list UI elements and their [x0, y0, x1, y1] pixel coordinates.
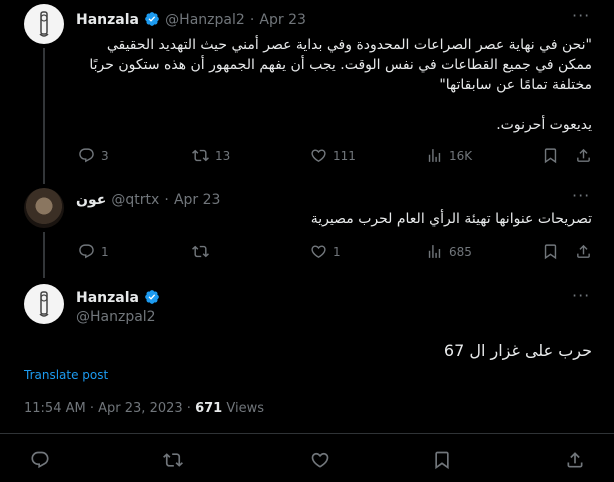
reply-icon — [79, 244, 94, 259]
retweet-count: 13 — [215, 148, 231, 163]
avatar-image — [39, 291, 49, 317]
display-name[interactable]: عون — [76, 192, 106, 208]
reply-button[interactable]: 1 — [78, 243, 109, 260]
like-icon — [311, 245, 326, 258]
retweet-button[interactable] — [192, 243, 215, 260]
post-meta: 11:54 AM · Apr 23, 2023 · 671 Views — [24, 401, 264, 416]
share-icon — [567, 452, 583, 468]
views-icon — [428, 245, 441, 258]
reply-icon — [31, 451, 49, 469]
share-button[interactable] — [575, 243, 592, 260]
tweet-line: يديعوت أحرنوت. — [496, 117, 592, 133]
like-count: 1 — [333, 244, 341, 259]
avatar-image — [39, 11, 49, 37]
tweet-text: تصريحات عنوانها تهيئة الرأي العام لحرب م… — [310, 211, 592, 227]
views-icon — [428, 149, 441, 162]
avatar[interactable] — [24, 188, 64, 228]
more-horizontal-icon[interactable]: ··· — [572, 186, 590, 205]
timestamp[interactable]: Apr 23 — [259, 12, 305, 28]
more-horizontal-icon[interactable]: ··· — [572, 286, 590, 305]
reply-count: 1 — [101, 244, 109, 259]
verified-badge-icon — [145, 290, 159, 304]
separator: · — [186, 401, 191, 416]
separator: · — [249, 12, 255, 28]
handle[interactable]: @Hanzpal2 — [76, 309, 160, 325]
views-count: 671 — [195, 401, 223, 416]
views-label: Views — [226, 401, 264, 416]
retweet-icon — [163, 453, 183, 467]
like-icon — [311, 149, 326, 162]
bookmark-button[interactable] — [432, 450, 452, 470]
reply-button[interactable]: 3 — [78, 147, 109, 164]
thread-line — [43, 232, 45, 278]
handle[interactable]: @qtrtx — [111, 192, 159, 208]
tweet-text: "نحن في نهاية عصر الصراعات المحدودة وفي … — [76, 35, 592, 135]
like-count: 111 — [333, 148, 356, 163]
retweet-button[interactable]: 13 — [192, 147, 230, 164]
bookmark-button[interactable] — [542, 147, 559, 164]
bookmark-icon — [435, 451, 449, 470]
tweet-line: "نحن في نهاية عصر الصراعات المحدودة وفي … — [106, 37, 592, 53]
share-button[interactable] — [575, 147, 592, 164]
tweet-header: عون @qtrtx · Apr 23 — [76, 189, 220, 208]
share-icon — [577, 148, 590, 162]
thread-line — [43, 48, 45, 184]
retweet-button[interactable] — [163, 450, 183, 470]
reply-icon — [79, 148, 94, 163]
separator: · — [164, 192, 169, 208]
tweet-header: Hanzala @Hanzpal2 · Apr 23 — [76, 9, 306, 28]
retweet-icon — [192, 149, 209, 162]
divider — [0, 433, 614, 434]
views-count: 685 — [449, 244, 472, 259]
bookmark-icon — [544, 244, 557, 260]
bookmark-button[interactable] — [542, 243, 559, 260]
separator: · — [89, 401, 94, 416]
share-icon — [577, 244, 590, 258]
translate-post-link[interactable]: Translate post — [24, 368, 108, 382]
tweet-line: مختلفة تمامًا عن سابقاتها" — [439, 77, 592, 93]
display-name[interactable]: Hanzala — [76, 12, 139, 28]
timestamp[interactable]: Apr 23 — [174, 192, 220, 208]
author-block: Hanzala @Hanzpal2 — [76, 287, 160, 325]
more-horizontal-icon[interactable]: ··· — [572, 6, 590, 25]
tweet-line: ممكن في جميع القطاعات في نفس الوقت. يجب … — [89, 57, 592, 73]
like-button[interactable]: 1 — [310, 243, 341, 260]
avatar[interactable] — [24, 284, 64, 324]
retweet-icon — [192, 245, 209, 258]
like-icon — [311, 452, 329, 468]
handle[interactable]: @Hanzpal2 — [165, 12, 245, 28]
display-name[interactable]: Hanzala — [76, 290, 139, 306]
views-button[interactable]: 16K — [426, 147, 472, 164]
avatar[interactable] — [24, 4, 64, 44]
bookmark-icon — [544, 148, 557, 164]
reply-button[interactable] — [30, 450, 50, 470]
post-time[interactable]: 11:54 AM — [24, 401, 86, 416]
tweet-text: حرب على غزار ال 67 — [443, 341, 592, 360]
post-date[interactable]: Apr 23, 2023 — [98, 401, 183, 416]
share-button[interactable] — [565, 450, 585, 470]
views-button[interactable]: 685 — [426, 243, 472, 260]
verified-badge-icon — [145, 12, 159, 26]
like-button[interactable] — [310, 450, 330, 470]
views-count: 16K — [449, 148, 473, 163]
reply-count: 3 — [101, 148, 109, 163]
like-button[interactable]: 111 — [310, 147, 356, 164]
